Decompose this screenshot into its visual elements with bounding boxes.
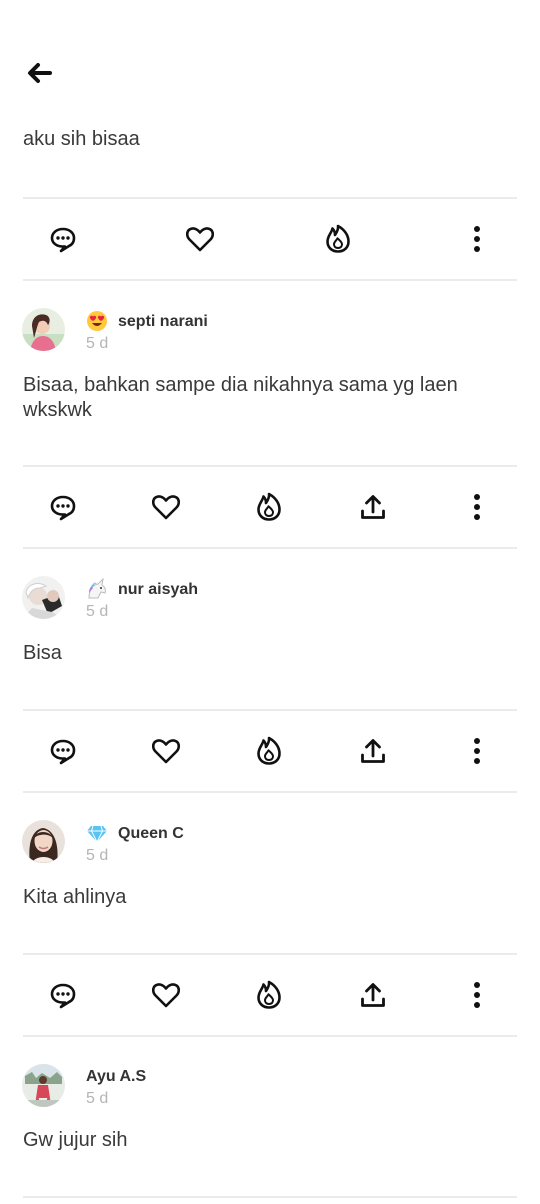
more-button[interactable]	[457, 975, 497, 1015]
reply-button[interactable]	[43, 487, 83, 527]
unicorn-emoji-icon	[88, 578, 106, 599]
like-icon	[151, 983, 181, 1008]
comment-action-bar	[23, 467, 517, 547]
reply-icon	[50, 739, 76, 765]
reply-button[interactable]	[43, 975, 83, 1015]
timestamp: 5 d	[86, 335, 109, 352]
more-icon	[474, 982, 480, 1008]
share-icon	[361, 983, 385, 1007]
like-button[interactable]	[180, 219, 220, 259]
diamond-emoji-icon	[87, 825, 107, 843]
badge-diamond	[86, 822, 108, 844]
heart-eyes-emoji-icon	[87, 311, 107, 331]
more-button[interactable]	[457, 731, 497, 771]
like-button[interactable]	[146, 975, 186, 1015]
reply-icon	[50, 983, 76, 1009]
fire-icon	[326, 224, 350, 253]
fire-button[interactable]	[318, 219, 358, 259]
comment-action-bar	[23, 711, 517, 791]
avatar[interactable]	[22, 308, 65, 351]
divider	[23, 547, 517, 549]
more-icon	[474, 226, 480, 252]
more-icon	[474, 738, 480, 764]
avatar[interactable]	[22, 1064, 65, 1107]
like-icon	[151, 739, 181, 764]
avatar[interactable]	[22, 576, 65, 619]
more-icon	[474, 494, 480, 520]
avatar[interactable]	[22, 820, 65, 863]
fire-button[interactable]	[249, 975, 289, 1015]
fire-button[interactable]	[249, 487, 289, 527]
divider	[23, 279, 517, 281]
divider	[23, 1196, 517, 1198]
arrow-left-icon	[28, 63, 52, 83]
reply-button[interactable]	[43, 219, 83, 259]
badge-unicorn	[86, 578, 108, 600]
divider	[23, 791, 517, 793]
reply-icon	[50, 227, 76, 253]
username[interactable]: nur aisyah	[118, 581, 198, 599]
fire-icon	[257, 492, 281, 521]
reply-icon	[50, 495, 76, 521]
fire-button[interactable]	[249, 731, 289, 771]
parent-action-bar	[23, 199, 517, 279]
like-icon	[151, 495, 181, 520]
share-icon	[361, 739, 385, 763]
username[interactable]: septi narani	[118, 313, 208, 331]
like-icon	[185, 227, 215, 252]
like-button[interactable]	[146, 487, 186, 527]
badge-heart-eyes	[86, 310, 108, 332]
username[interactable]: Ayu A.S	[86, 1068, 146, 1086]
divider	[23, 1035, 517, 1037]
timestamp: 5 d	[86, 603, 109, 620]
back-button[interactable]	[22, 58, 56, 88]
share-icon	[361, 495, 385, 519]
fire-icon	[257, 736, 281, 765]
timestamp: 5 d	[86, 1090, 109, 1107]
share-button[interactable]	[353, 731, 393, 771]
more-button[interactable]	[457, 487, 497, 527]
fire-icon	[257, 980, 281, 1009]
parent-comment-text: aku sih bisaa	[23, 128, 140, 150]
comment-text: Kita ahlinya	[23, 886, 127, 908]
comment-action-bar	[23, 955, 517, 1035]
comment-text: Gw jujur sih	[23, 1129, 128, 1151]
reply-button[interactable]	[43, 731, 83, 771]
comment-text: Bisaa, bahkan sampe dia nikahnya sama yg…	[23, 374, 458, 421]
timestamp: 5 d	[86, 847, 109, 864]
more-button[interactable]	[457, 219, 497, 259]
share-button[interactable]	[353, 487, 393, 527]
share-button[interactable]	[353, 975, 393, 1015]
like-button[interactable]	[146, 731, 186, 771]
comment-text: Bisa	[23, 642, 62, 664]
username[interactable]: Queen C	[118, 825, 184, 843]
